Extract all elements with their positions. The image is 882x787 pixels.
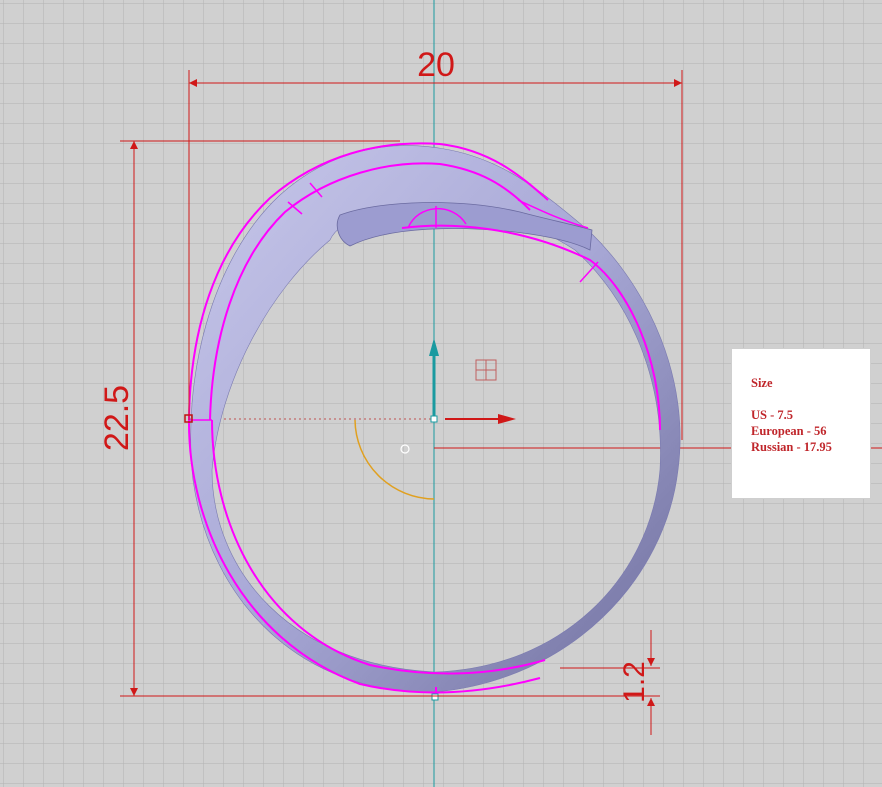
size-info-panel: Size US - 7.5 European - 56 Russian - 17…: [731, 348, 871, 499]
thickness-dimension-label: 1.2: [618, 661, 651, 703]
width-dimension-label: 20: [417, 46, 455, 84]
height-dimension-label: 22.5: [98, 385, 136, 451]
size-panel-title: Size: [751, 376, 773, 390]
size-us: US - 7.5: [751, 408, 794, 422]
size-european: European - 56: [751, 424, 827, 438]
size-russian: Russian - 17.95: [751, 440, 832, 454]
gizmo-center-handle[interactable]: [430, 415, 438, 423]
bottom-snap-handle[interactable]: [431, 693, 439, 701]
